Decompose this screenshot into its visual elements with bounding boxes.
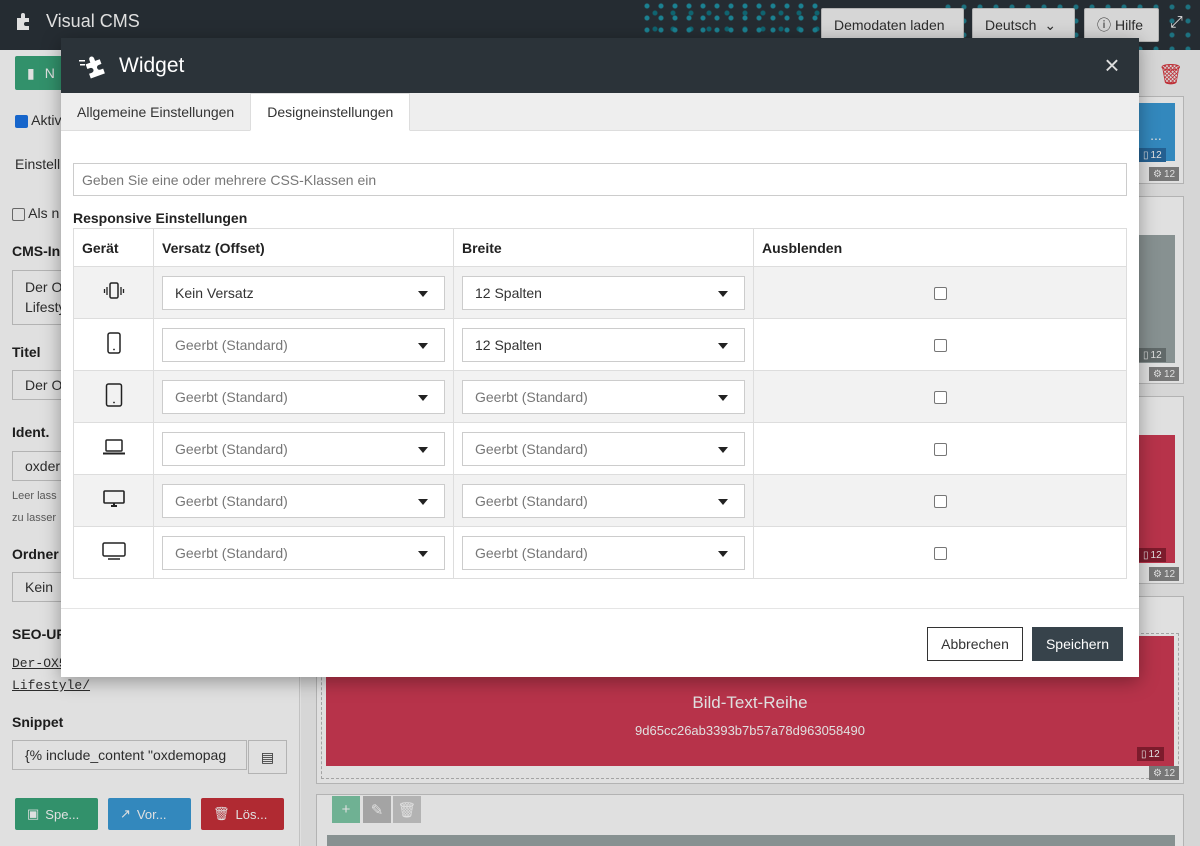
desktop-icon	[102, 490, 125, 507]
table-row: Kein Versatz 12 Spalten	[73, 266, 1127, 319]
responsive-settings-table: Gerät Versatz (Offset) Breite Ausblenden…	[73, 228, 1127, 579]
hide-cell	[753, 526, 1127, 579]
width-value: 12 Spalten	[475, 284, 542, 301]
offset-select[interactable]: Geerbt (Standard)	[162, 431, 445, 466]
offset-cell: Geerbt (Standard)	[153, 526, 454, 579]
hide-cell	[753, 318, 1127, 371]
tv-icon	[101, 542, 126, 560]
offset-cell: Geerbt (Standard)	[153, 474, 454, 527]
save-button[interactable]: Speichern	[1032, 627, 1123, 661]
width-cell: Geerbt (Standard)	[453, 526, 754, 579]
close-icon[interactable]: ×	[1097, 50, 1127, 80]
hide-checkbox[interactable]	[933, 391, 947, 405]
caret-down-icon	[718, 446, 728, 453]
width-select[interactable]: Geerbt (Standard)	[462, 431, 745, 466]
offset-value: Geerbt (Standard)	[175, 336, 288, 353]
offset-cell: Kein Versatz	[153, 266, 454, 319]
offset-select[interactable]: Kein Versatz	[162, 275, 445, 310]
width-cell: 12 Spalten	[453, 318, 754, 371]
caret-down-icon	[718, 394, 728, 401]
caret-down-icon	[718, 342, 728, 349]
width-value: Geerbt (Standard)	[475, 440, 588, 457]
column-header-width: Breite	[453, 228, 754, 267]
column-header-hide: Ausblenden	[753, 228, 1127, 267]
css-classes-input[interactable]	[73, 163, 1127, 196]
offset-value: Geerbt (Standard)	[175, 440, 288, 457]
width-select[interactable]: Geerbt (Standard)	[462, 535, 745, 570]
hide-checkbox[interactable]	[933, 287, 947, 301]
width-select[interactable]: 12 Spalten	[462, 327, 745, 362]
phone-icon	[106, 332, 121, 354]
device-cell	[73, 318, 154, 371]
hide-cell	[753, 266, 1127, 319]
offset-value: Kein Versatz	[175, 284, 254, 301]
device-cell	[73, 266, 154, 319]
width-cell: Geerbt (Standard)	[453, 370, 754, 423]
offset-select[interactable]: Geerbt (Standard)	[162, 327, 445, 362]
width-value: Geerbt (Standard)	[475, 544, 588, 561]
width-select[interactable]: 12 Spalten	[462, 275, 745, 310]
caret-down-icon	[418, 498, 428, 505]
width-select[interactable]: Geerbt (Standard)	[462, 379, 745, 414]
column-header-offset: Versatz (Offset)	[153, 228, 454, 267]
offset-select[interactable]: Geerbt (Standard)	[162, 379, 445, 414]
hide-checkbox[interactable]	[933, 495, 947, 509]
hide-checkbox[interactable]	[933, 443, 947, 457]
table-row: Geerbt (Standard) Geerbt (Standard)	[73, 526, 1127, 579]
vibrating-phone-icon	[103, 282, 124, 299]
modal-footer: Abbrechen Speichern	[61, 608, 1139, 677]
hide-cell	[753, 422, 1127, 475]
width-cell: Geerbt (Standard)	[453, 474, 754, 527]
table-row: Geerbt (Standard) 12 Spalten	[73, 318, 1127, 371]
offset-cell: Geerbt (Standard)	[153, 318, 454, 371]
table-row: Geerbt (Standard) Geerbt (Standard)	[73, 422, 1127, 475]
offset-select[interactable]: Geerbt (Standard)	[162, 535, 445, 570]
caret-down-icon	[418, 290, 428, 297]
caret-down-icon	[418, 446, 428, 453]
offset-cell: Geerbt (Standard)	[153, 422, 454, 475]
offset-value: Geerbt (Standard)	[175, 544, 288, 561]
tablet-icon	[105, 383, 122, 407]
device-cell	[73, 474, 154, 527]
width-cell: 12 Spalten	[453, 266, 754, 319]
offset-value: Geerbt (Standard)	[175, 492, 288, 509]
width-cell: Geerbt (Standard)	[453, 422, 754, 475]
caret-down-icon	[718, 550, 728, 557]
widget-modal: Widget × Allgemeine Einstellungen Design…	[61, 38, 1139, 677]
table-row: Geerbt (Standard) Geerbt (Standard)	[73, 370, 1127, 423]
device-cell	[73, 370, 154, 423]
hide-checkbox[interactable]	[933, 339, 947, 353]
table-row: Geerbt (Standard) Geerbt (Standard)	[73, 474, 1127, 527]
width-value: Geerbt (Standard)	[475, 492, 588, 509]
cancel-button[interactable]: Abbrechen	[927, 627, 1023, 661]
tab-general-settings[interactable]: Allgemeine Einstellungen	[61, 93, 250, 130]
device-cell	[73, 526, 154, 579]
caret-down-icon	[418, 550, 428, 557]
hide-checkbox[interactable]	[933, 547, 947, 561]
caret-down-icon	[418, 342, 428, 349]
caret-down-icon	[718, 290, 728, 297]
hide-cell	[753, 370, 1127, 423]
table-header-row: Gerät Versatz (Offset) Breite Ausblenden	[73, 228, 1127, 267]
hide-cell	[753, 474, 1127, 527]
modal-title: Widget	[119, 53, 185, 77]
modal-tabs: Allgemeine Einstellungen Designeinstellu…	[61, 93, 1139, 131]
width-select[interactable]: Geerbt (Standard)	[462, 483, 745, 518]
responsive-settings-label: Responsive Einstellungen	[73, 210, 248, 226]
offset-cell: Geerbt (Standard)	[153, 370, 454, 423]
puzzle-logo-icon	[79, 56, 105, 78]
modal-header: Widget ×	[61, 38, 1139, 93]
offset-select[interactable]: Geerbt (Standard)	[162, 483, 445, 518]
width-value: Geerbt (Standard)	[475, 388, 588, 405]
width-value: 12 Spalten	[475, 336, 542, 353]
tab-design-settings[interactable]: Designeinstellungen	[250, 93, 411, 131]
column-header-device: Gerät	[73, 228, 154, 267]
caret-down-icon	[718, 498, 728, 505]
device-cell	[73, 422, 154, 475]
laptop-icon	[102, 439, 125, 455]
caret-down-icon	[418, 394, 428, 401]
offset-value: Geerbt (Standard)	[175, 388, 288, 405]
